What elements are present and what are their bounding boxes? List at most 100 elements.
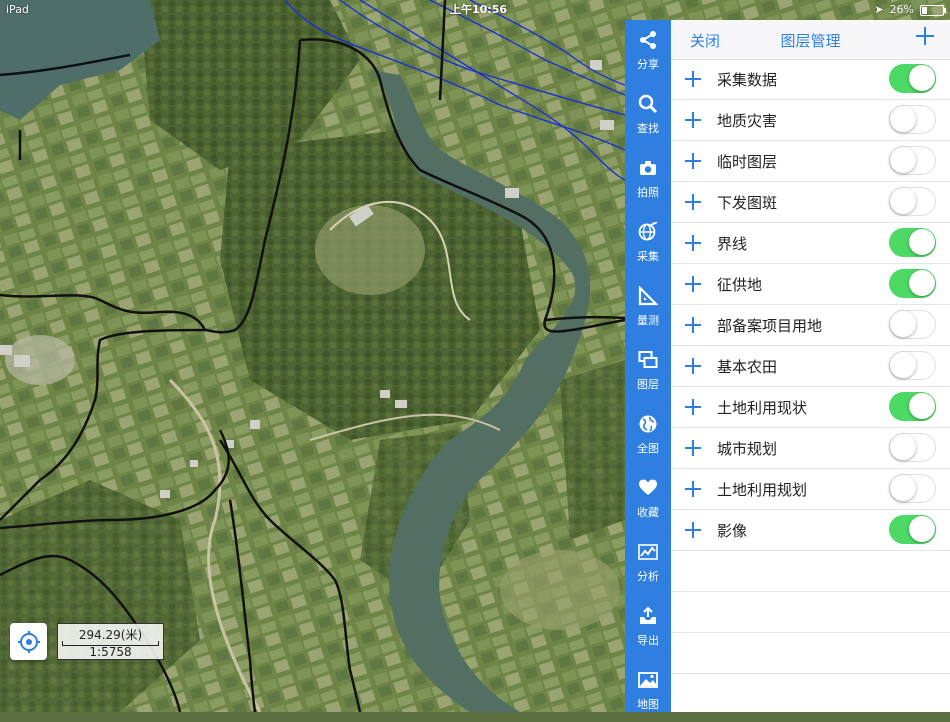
toggle-knob bbox=[909, 229, 935, 255]
globe-pen-icon bbox=[638, 222, 658, 241]
layer-name: 土地利用规划 bbox=[717, 481, 808, 499]
status-time: 上午10:56 bbox=[450, 3, 508, 16]
toolbar-layers[interactable]: 图层 bbox=[625, 340, 671, 402]
toggle-knob bbox=[890, 434, 916, 460]
globe-icon bbox=[639, 415, 657, 433]
layer-name: 临时图层 bbox=[717, 153, 778, 171]
chart-icon bbox=[638, 544, 658, 560]
expand-plus-icon[interactable] bbox=[685, 235, 701, 251]
layer-name: 城市规划 bbox=[717, 440, 778, 458]
layer-toggle[interactable] bbox=[889, 515, 936, 544]
layer-name: 基本农田 bbox=[717, 358, 778, 376]
toolbar-label: 分析 bbox=[637, 570, 659, 583]
toolbar-collect[interactable]: 采集 bbox=[625, 212, 671, 274]
expand-plus-icon[interactable] bbox=[685, 522, 701, 538]
share-icon bbox=[640, 31, 656, 49]
layer-row: 临时图层 bbox=[671, 141, 950, 182]
toolbar-label: 查找 bbox=[637, 122, 659, 135]
toolbar-label: 图层 bbox=[637, 378, 659, 391]
layer-toggle[interactable] bbox=[889, 187, 936, 216]
layer-name: 征供地 bbox=[717, 276, 763, 294]
layer-row: 土地利用规划 bbox=[671, 469, 950, 510]
toolbar-export[interactable]: 导出 bbox=[625, 596, 671, 658]
toolbar-label: 拍照 bbox=[637, 186, 659, 199]
layers-icon bbox=[638, 351, 658, 368]
layer-toggle[interactable] bbox=[889, 146, 936, 175]
toolbar-label: 采集 bbox=[637, 250, 659, 263]
toolbar-full-extent[interactable]: 全图 bbox=[625, 404, 671, 466]
toolbar-camera[interactable]: 拍照 bbox=[625, 148, 671, 210]
export-icon bbox=[640, 606, 656, 624]
layer-row: 界线 bbox=[671, 223, 950, 264]
locate-button[interactable] bbox=[10, 623, 47, 660]
toggle-knob bbox=[909, 270, 935, 296]
toggle-knob bbox=[890, 475, 916, 501]
expand-plus-icon[interactable] bbox=[685, 276, 701, 292]
heart-icon bbox=[639, 479, 657, 495]
layer-management-panel: 关闭 图层管理 采集数据 地质灾害 临时图层 下发图斑 界线 征供地 部备案项目… bbox=[671, 20, 950, 712]
scale-bar: 294.29(米) 1:5758 bbox=[57, 623, 164, 660]
toolbar-measure[interactable]: 量测 bbox=[625, 276, 671, 338]
layer-toggle[interactable] bbox=[889, 228, 936, 257]
battery-percent: 26% bbox=[889, 3, 914, 16]
empty-row bbox=[671, 551, 950, 592]
toggle-knob bbox=[890, 352, 916, 378]
layer-row: 基本农田 bbox=[671, 346, 950, 387]
toggle-knob bbox=[890, 188, 916, 214]
layer-toggle[interactable] bbox=[889, 64, 936, 93]
expand-plus-icon[interactable] bbox=[685, 358, 701, 374]
empty-row bbox=[671, 633, 950, 674]
expand-plus-icon[interactable] bbox=[685, 71, 701, 87]
toggle-knob bbox=[890, 147, 916, 173]
layer-name: 部备案项目用地 bbox=[717, 317, 823, 335]
layer-row: 影像 bbox=[671, 510, 950, 551]
expand-plus-icon[interactable] bbox=[685, 399, 701, 415]
expand-plus-icon[interactable] bbox=[685, 481, 701, 497]
layer-row: 部备案项目用地 bbox=[671, 305, 950, 346]
toggle-knob bbox=[909, 516, 935, 542]
panel-title: 图层管理 bbox=[780, 32, 841, 50]
ruler-triangle-icon bbox=[638, 286, 658, 306]
layer-toggle[interactable] bbox=[889, 351, 936, 380]
expand-plus-icon[interactable] bbox=[685, 440, 701, 456]
toolbar-label: 分享 bbox=[637, 58, 659, 71]
layer-toggle[interactable] bbox=[889, 310, 936, 339]
layer-toggle[interactable] bbox=[889, 474, 936, 503]
layer-toggle[interactable] bbox=[889, 433, 936, 462]
layer-row: 城市规划 bbox=[671, 428, 950, 469]
crosshair-icon bbox=[17, 630, 40, 653]
status-bar: iPad 上午10:56 ➤ 26% bbox=[0, 0, 950, 20]
layer-name: 界线 bbox=[717, 235, 748, 253]
expand-plus-icon[interactable] bbox=[685, 112, 701, 128]
expand-plus-icon[interactable] bbox=[685, 194, 701, 210]
toolbar-share[interactable]: 分享 bbox=[625, 20, 671, 82]
toolbar-label: 收藏 bbox=[637, 506, 659, 519]
toolbar-search[interactable]: 查找 bbox=[625, 84, 671, 146]
layer-name: 采集数据 bbox=[717, 71, 778, 89]
toolbar-label: 量测 bbox=[637, 314, 659, 327]
layer-toggle[interactable] bbox=[889, 392, 936, 421]
location-arrow-icon: ➤ bbox=[874, 3, 884, 16]
add-layer-icon[interactable] bbox=[916, 27, 934, 45]
toggle-knob bbox=[909, 65, 935, 91]
toolbar-label: 导出 bbox=[637, 634, 659, 647]
toolbar-label: 地图 bbox=[637, 698, 659, 711]
expand-plus-icon[interactable] bbox=[685, 317, 701, 333]
toggle-knob bbox=[890, 311, 916, 337]
toolbar-analysis[interactable]: 分析 bbox=[625, 532, 671, 594]
toolbar-basemap[interactable]: 地图 bbox=[625, 660, 671, 722]
scale-ratio: 1:5758 bbox=[89, 645, 132, 659]
toolbar-favorites[interactable]: 收藏 bbox=[625, 468, 671, 530]
layer-toggle[interactable] bbox=[889, 105, 936, 134]
side-toolbar: 分享 查找 拍照 采集 量测 图层 全图 收藏 分析 导出 地图 bbox=[625, 20, 671, 712]
toggle-knob bbox=[890, 106, 916, 132]
layer-list: 采集数据 地质灾害 临时图层 下发图斑 界线 征供地 部备案项目用地 基本农田 … bbox=[671, 59, 950, 674]
empty-row bbox=[671, 592, 950, 633]
map-image-icon bbox=[638, 672, 658, 688]
layer-row: 土地利用现状 bbox=[671, 387, 950, 428]
layer-name: 地质灾害 bbox=[717, 112, 778, 130]
expand-plus-icon[interactable] bbox=[685, 153, 701, 169]
layer-name: 下发图斑 bbox=[717, 194, 778, 212]
layer-toggle[interactable] bbox=[889, 269, 936, 298]
layer-row: 采集数据 bbox=[671, 59, 950, 100]
